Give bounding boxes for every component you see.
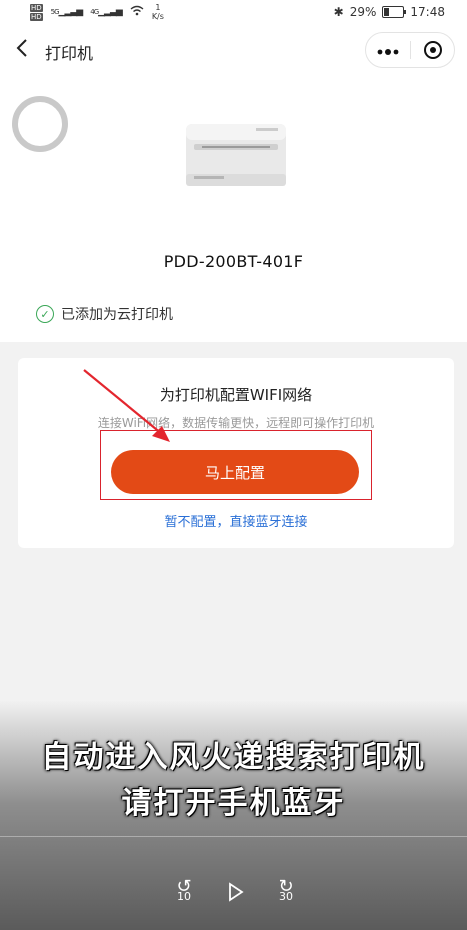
close-mini-program-button[interactable] xyxy=(411,41,454,59)
printer-model: PDD-200BT-401F xyxy=(163,252,304,271)
wifi-icon xyxy=(130,5,144,19)
cloud-printer-status: ✓ 已添加为云打印机 xyxy=(36,304,173,324)
page-title: 打印机 xyxy=(45,44,94,63)
annotation-arrow-icon xyxy=(83,369,170,442)
video-progress-bar[interactable] xyxy=(0,836,467,837)
status-bar: HD HD 5G▁▂▃▅ 4G▁▂▃▅ 1 K/s ✱ 29% 17:48 xyxy=(0,0,467,26)
clock: 17:48 xyxy=(410,5,445,19)
battery-percent: 29% xyxy=(349,5,377,19)
ellipsis-icon xyxy=(377,49,399,55)
video-caption-line-1: 自动进入风火递搜索打印机 xyxy=(41,740,426,775)
video-caption-line-2: 请打开手机蓝牙 xyxy=(121,786,346,821)
forward-button[interactable]: ↻ 30 xyxy=(272,878,300,904)
back-arrow-icon[interactable] xyxy=(16,38,28,63)
bluetooth-connect-link[interactable]: 暂不配置，直接蓝牙连接 xyxy=(18,511,454,530)
video-controls: ↺ 10 ↻ 30 xyxy=(0,878,467,912)
forward-seconds: 30 xyxy=(279,890,293,903)
loading-spinner-icon xyxy=(12,96,68,152)
hd-badge: HD HD xyxy=(30,3,43,21)
printer-image xyxy=(184,118,288,190)
play-icon xyxy=(229,882,244,902)
more-menu-button[interactable] xyxy=(366,41,410,59)
rewind-seconds: 10 xyxy=(177,890,191,903)
rewind-button[interactable]: ↺ 10 xyxy=(170,878,198,904)
cloud-printer-label: 已添加为云打印机 xyxy=(61,307,173,323)
signal-5g-icon: 5G▁▂▃▅ xyxy=(50,7,84,17)
bluetooth-icon: ✱ xyxy=(333,5,344,19)
battery-icon xyxy=(382,6,407,18)
network-speed: 1 K/s xyxy=(151,3,164,21)
mini-program-capsule xyxy=(365,32,455,68)
target-icon xyxy=(423,41,442,59)
play-button[interactable] xyxy=(226,882,246,902)
signal-4g-icon: 4G▁▂▃▅ xyxy=(90,7,123,17)
configure-now-button[interactable]: 马上配置 xyxy=(111,450,359,494)
navigation-bar: 打印机 xyxy=(0,28,467,72)
check-circle-icon: ✓ xyxy=(36,305,54,323)
